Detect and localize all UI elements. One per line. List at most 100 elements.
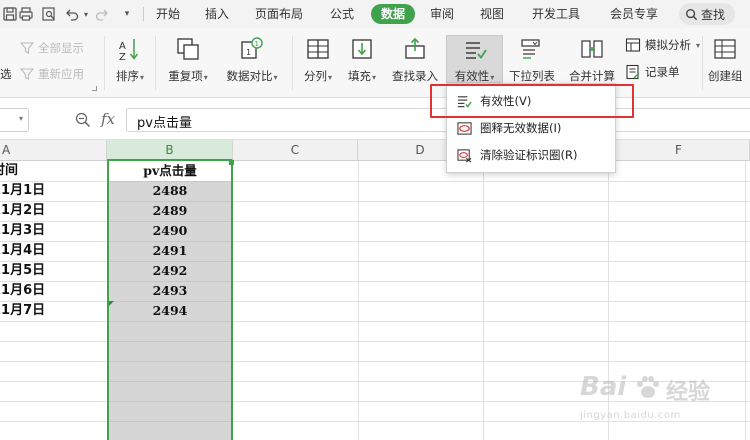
cell-b7[interactable]: 2493	[109, 281, 231, 301]
column-header-c[interactable]: C	[233, 140, 358, 161]
caret-icon: ▾	[273, 73, 278, 82]
circle-invalid-icon	[457, 121, 472, 135]
customize-icon[interactable]: ▾	[118, 5, 136, 23]
annotation-highlight-box	[430, 84, 634, 118]
simulate-analysis-button[interactable]: 模拟分析 ▾	[625, 37, 700, 53]
sort-button[interactable]: A Z 排序▾	[110, 36, 150, 85]
print-preview-icon[interactable]	[40, 5, 58, 23]
column-header-f[interactable]: F	[608, 140, 750, 161]
svg-text:1: 1	[246, 48, 251, 57]
cell-a2[interactable]: 11月1日	[0, 181, 45, 201]
menu-item-clear-circles[interactable]: 清除验证标识圈(R)	[447, 142, 615, 168]
name-box[interactable]: ▾	[0, 108, 29, 132]
fill-handle[interactable]	[229, 160, 234, 165]
validity-button[interactable]: 有效性▾	[446, 35, 503, 83]
menu-item-clear-circles-label: 清除验证标识圈(R)	[480, 148, 578, 162]
zoom-icon[interactable]	[75, 112, 91, 128]
fill-icon	[352, 39, 372, 59]
cell-indicator-icon	[109, 301, 114, 306]
column-header-a[interactable]: A	[0, 140, 107, 161]
duplicates-label: 重复项	[168, 69, 203, 83]
consolidate-button[interactable]: 合并计算	[564, 36, 620, 83]
fill-button[interactable]: 填充▾	[342, 36, 382, 85]
tab-view[interactable]: 视图	[480, 5, 504, 23]
search-button[interactable]: 查找	[679, 3, 735, 25]
caret-icon: ▾	[203, 73, 208, 82]
watermark-brand: Bai	[580, 372, 627, 402]
cell-b4[interactable]: 2490	[109, 221, 231, 241]
cell-a3[interactable]: 11月2日	[0, 201, 45, 221]
lookup-entry-label: 查找录入	[392, 69, 438, 83]
print-icon[interactable]	[17, 5, 35, 23]
caret-icon: ▾	[371, 73, 376, 82]
cell-a4[interactable]: 11月3日	[0, 221, 45, 241]
lookup-entry-button[interactable]: 查找录入	[388, 36, 442, 83]
name-box-dropdown-icon[interactable]: ▾	[19, 114, 23, 123]
cell-b3[interactable]: 2489	[109, 201, 231, 221]
cell-b2[interactable]: 2488	[109, 181, 231, 201]
tab-page-layout[interactable]: 页面布局	[255, 5, 303, 23]
svg-text:1: 1	[255, 40, 259, 48]
search-icon	[685, 8, 698, 20]
duplicates-button[interactable]: 重复项▾	[162, 36, 214, 85]
caret-icon: ▾	[327, 73, 332, 82]
tab-insert[interactable]: 插入	[205, 5, 229, 23]
dropdown-list-label: 下拉列表	[509, 69, 555, 83]
cell-a8[interactable]: 11月7日	[0, 301, 45, 321]
baidu-watermark: Bai 经验 jingyan.baidu.com	[580, 372, 745, 432]
split-column-button[interactable]: 分列▾	[298, 36, 338, 85]
function-icon[interactable]: fx	[101, 110, 115, 128]
cell-a1[interactable]: 时间	[0, 161, 18, 181]
svg-text:A: A	[119, 41, 126, 52]
show-all-label: 全部显示	[38, 41, 84, 55]
simulate-analysis-label: 模拟分析	[645, 38, 691, 52]
tab-member[interactable]: 会员专享	[610, 5, 658, 23]
svg-text:Z: Z	[119, 52, 126, 62]
menu-bar: ▾ ▾ 开始 插入 页面布局 公式 数据 审阅 视图 开发工具 会员专享 查找	[0, 0, 750, 28]
tab-data[interactable]: 数据	[371, 4, 415, 24]
tab-developer[interactable]: 开发工具	[532, 5, 580, 23]
data-compare-label: 数据对比	[226, 69, 273, 83]
cell-a7[interactable]: 11月6日	[0, 281, 45, 301]
cell-a6[interactable]: 11月5日	[0, 261, 45, 281]
data-compare-button[interactable]: 1 1 数据对比▾	[220, 36, 284, 85]
cell-b8[interactable]: 2494	[109, 301, 231, 321]
sort-label: 排序	[115, 69, 139, 83]
fill-label: 填充	[347, 69, 371, 83]
tab-home[interactable]: 开始	[156, 5, 180, 23]
create-group-button[interactable]: 创建组	[708, 36, 750, 83]
ribbon-toolbar: 全部显示 重新应用 选 A Z 排序▾ 重复项▾ 1 1 数据对比▾ 分列▾ 填…	[0, 28, 750, 98]
redo-icon[interactable]	[93, 5, 111, 23]
dropdown-list-icon	[521, 39, 540, 59]
filter-show-all-icon	[20, 42, 34, 54]
tab-review[interactable]: 审阅	[430, 5, 454, 23]
simulate-analysis-icon	[625, 38, 641, 52]
caret-icon: ▾	[490, 73, 495, 82]
validity-label: 有效性	[454, 69, 490, 83]
cell-a5[interactable]: 11月4日	[0, 241, 45, 261]
consolidate-label: 合并计算	[569, 69, 615, 83]
validity-icon	[465, 42, 487, 59]
reapply-button[interactable]: 重新应用	[20, 66, 84, 82]
cell-b1[interactable]: pv点击量	[109, 161, 231, 181]
tab-formulas[interactable]: 公式	[330, 5, 354, 23]
show-all-button[interactable]: 全部显示	[20, 40, 84, 56]
group-expander-icon[interactable]	[92, 86, 97, 91]
filter-reapply-icon	[20, 68, 34, 80]
split-column-icon	[307, 39, 329, 59]
column-header-b[interactable]: B	[107, 140, 233, 161]
menu-item-circle-invalid[interactable]: 圈释无效数据(I)	[447, 115, 615, 141]
search-label: 查找	[701, 7, 726, 22]
split-column-label: 分列	[303, 69, 327, 83]
sort-icon: A Z	[119, 39, 139, 62]
lookup-entry-icon	[405, 37, 425, 59]
record-form-label: 记录单	[645, 65, 680, 79]
watermark-brand-cn: 经验	[666, 380, 711, 405]
dropdown-list-button[interactable]: 下拉列表	[506, 36, 558, 83]
ribbon-divider	[702, 36, 703, 90]
watermark-url: jingyan.baidu.com	[580, 410, 681, 421]
cell-b5[interactable]: 2491	[109, 241, 231, 261]
record-form-button[interactable]: 记录单	[625, 64, 680, 80]
cell-b6[interactable]: 2492	[109, 261, 231, 281]
create-group-icon	[714, 39, 736, 59]
